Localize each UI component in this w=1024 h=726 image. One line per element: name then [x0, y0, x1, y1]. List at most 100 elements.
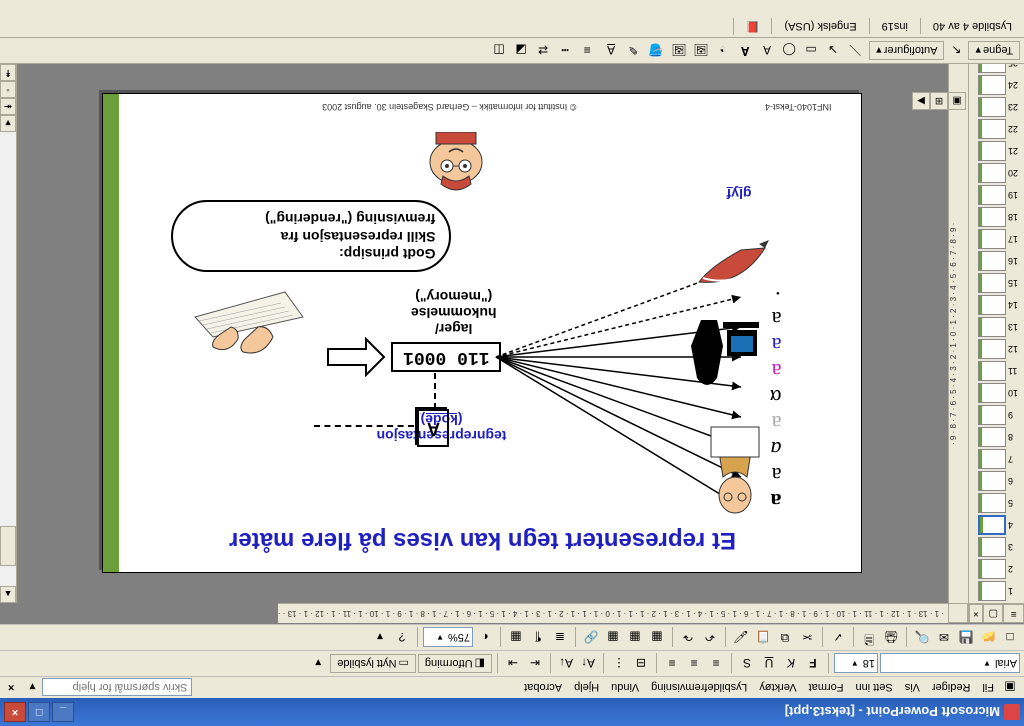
slides-tab[interactable]: ▢ — [983, 604, 1004, 623]
decrease-indent-button[interactable]: ⇤ — [525, 654, 545, 674]
thumbnail-row[interactable]: 13 — [971, 317, 1022, 337]
expand-all-button[interactable]: ≣ — [550, 628, 570, 648]
thumbnail-row[interactable]: 23 — [971, 97, 1022, 117]
menu-fil[interactable]: Fil — [976, 680, 1000, 696]
thumbnail-row[interactable]: 9 — [971, 405, 1022, 425]
thumbnail-row[interactable]: 16 — [971, 251, 1022, 271]
line-color-button[interactable]: ✎ — [623, 41, 643, 61]
thumbnail[interactable] — [978, 383, 1006, 403]
toolbar-overflow-icon[interactable]: ▾ — [308, 654, 328, 674]
select-objects-button[interactable]: ↖ — [946, 41, 966, 61]
thumbnail-row[interactable]: 1 — [971, 581, 1022, 601]
shadow-style-button[interactable]: ◪ — [511, 41, 531, 61]
prev-slide-button[interactable]: ⯬ — [0, 98, 16, 115]
draw-menu-button[interactable]: Tegne ▾ — [968, 41, 1020, 60]
insert-picture-button[interactable]: 🖼 — [669, 41, 689, 61]
copy-button[interactable]: ⧉ — [775, 628, 795, 648]
zoom-select[interactable]: 75%▼ — [423, 628, 473, 648]
thumbnail[interactable] — [978, 493, 1006, 513]
thumbnail-row[interactable]: 24 — [971, 75, 1022, 95]
align-center-button[interactable]: ≡ — [684, 654, 704, 674]
thumbnail[interactable] — [978, 559, 1006, 579]
thumbnail[interactable] — [978, 427, 1006, 447]
align-left-button[interactable]: ≡ — [706, 654, 726, 674]
new-file-button[interactable]: □ — [1000, 628, 1020, 648]
thumbnail-row[interactable]: 2 — [971, 559, 1022, 579]
thumbnail[interactable] — [978, 273, 1006, 293]
scroll-up-button[interactable]: ▲ — [0, 586, 16, 603]
thumbnail[interactable] — [978, 251, 1006, 271]
panel-close-button[interactable]: × — [969, 604, 983, 623]
thumbnail-list[interactable]: 1234567891011121314151617181920212223242… — [969, 64, 1024, 603]
save-button[interactable]: 💾 — [956, 628, 976, 648]
menu-vis[interactable]: Vis — [899, 680, 926, 696]
status-spellcheck-icon[interactable]: 📕 — [733, 18, 772, 35]
thumbnail-row[interactable]: 21 — [971, 141, 1022, 161]
print-button[interactable]: 🖨 — [881, 628, 901, 648]
thumbnail-row[interactable]: 25 — [971, 64, 1022, 73]
oval-tool-button[interactable]: ◯ — [779, 41, 799, 61]
thumbnail-row[interactable]: 3 — [971, 537, 1022, 557]
menu-settinn[interactable]: Sett inn — [849, 680, 898, 696]
menu-lysbilde[interactable]: Lysbildefremvisning — [645, 680, 753, 696]
new-slide-button[interactable]: ▭ Nytt lysbilde — [330, 654, 416, 673]
thumbnail[interactable] — [978, 449, 1006, 469]
color-grayscale-button[interactable]: ◐ — [475, 628, 495, 648]
wordart-button[interactable]: 𝐀 — [735, 41, 755, 61]
thumbnail[interactable] — [978, 64, 1006, 73]
next-slide-button[interactable]: ⯭ — [0, 64, 16, 81]
clipart-button[interactable]: 🖼 — [691, 41, 711, 61]
close-button[interactable]: × — [4, 702, 26, 722]
shadow-button[interactable]: S — [737, 654, 757, 674]
italic-button[interactable]: K — [781, 654, 801, 674]
font-size-select[interactable]: 18▼ — [834, 654, 878, 674]
thumbnail[interactable] — [978, 163, 1006, 183]
thumbnail-row[interactable]: 20 — [971, 163, 1022, 183]
autoshapes-button[interactable]: Autofigurer ▾ — [869, 41, 944, 60]
line-style-button[interactable]: ≡ — [577, 41, 597, 61]
format-painter-button[interactable]: 🖌 — [731, 628, 751, 648]
thumbnail[interactable] — [978, 75, 1006, 95]
help-button[interactable]: ? — [392, 628, 412, 648]
thumbnail-row[interactable]: 14 — [971, 295, 1022, 315]
outline-tab[interactable]: ≡ — [1004, 604, 1024, 623]
thumbnail[interactable] — [978, 207, 1006, 227]
rectangle-tool-button[interactable]: ▭ — [801, 41, 821, 61]
menu-acrobat[interactable]: Acrobat — [518, 680, 568, 696]
tables-borders-button[interactable]: ▦ — [603, 628, 623, 648]
decrease-font-button[interactable]: A↓ — [556, 654, 576, 674]
thumbnail-row[interactable]: 17 — [971, 229, 1022, 249]
thumbnail-row[interactable]: 11 — [971, 361, 1022, 381]
print-preview-button[interactable]: 🗎 — [859, 628, 879, 648]
slideshow-view-button[interactable]: ▶ — [912, 92, 930, 110]
menu-rediger[interactable]: Rediger — [926, 680, 977, 696]
doc-close-button[interactable]: × — [4, 682, 18, 694]
thumbnail[interactable] — [978, 229, 1006, 249]
thumbnail[interactable] — [978, 581, 1006, 601]
menu-vindu[interactable]: Vindu — [605, 680, 645, 696]
thumbnail[interactable] — [978, 317, 1006, 337]
numbered-list-button[interactable]: ⊟ — [631, 654, 651, 674]
thumbnail-row[interactable]: 22 — [971, 119, 1022, 139]
undo-button[interactable]: ↶ — [700, 628, 720, 648]
line-tool-button[interactable]: ＼ — [845, 41, 865, 61]
email-button[interactable]: ✉ — [934, 628, 954, 648]
slide[interactable]: Et representert tegn kan vises på flere … — [103, 94, 863, 574]
show-grid-button[interactable]: ▦ — [506, 628, 526, 648]
thumbnail[interactable] — [978, 97, 1006, 117]
diagram-button[interactable]: ◔ — [713, 41, 733, 61]
align-right-button[interactable]: ≡ — [662, 654, 682, 674]
insert-chart-button[interactable]: ▦ — [647, 628, 667, 648]
open-file-button[interactable]: 📂 — [978, 628, 998, 648]
thumbnail-row[interactable]: 8 — [971, 427, 1022, 447]
increase-font-button[interactable]: A↑ — [578, 654, 598, 674]
thumbnail[interactable] — [978, 141, 1006, 161]
thumbnail-row[interactable]: 12 — [971, 339, 1022, 359]
slide-canvas[interactable]: Et representert tegn kan vises på flere … — [17, 64, 948, 603]
design-button[interactable]: ◧ Utforming — [418, 654, 492, 673]
control-menu-icon[interactable]: ▣ — [1000, 678, 1020, 698]
thumbnail-row[interactable]: 10 — [971, 383, 1022, 403]
underline-button[interactable]: U — [759, 654, 779, 674]
thumbnail[interactable] — [978, 185, 1006, 205]
toolbar-overflow-icon[interactable]: ▾ — [370, 628, 390, 648]
